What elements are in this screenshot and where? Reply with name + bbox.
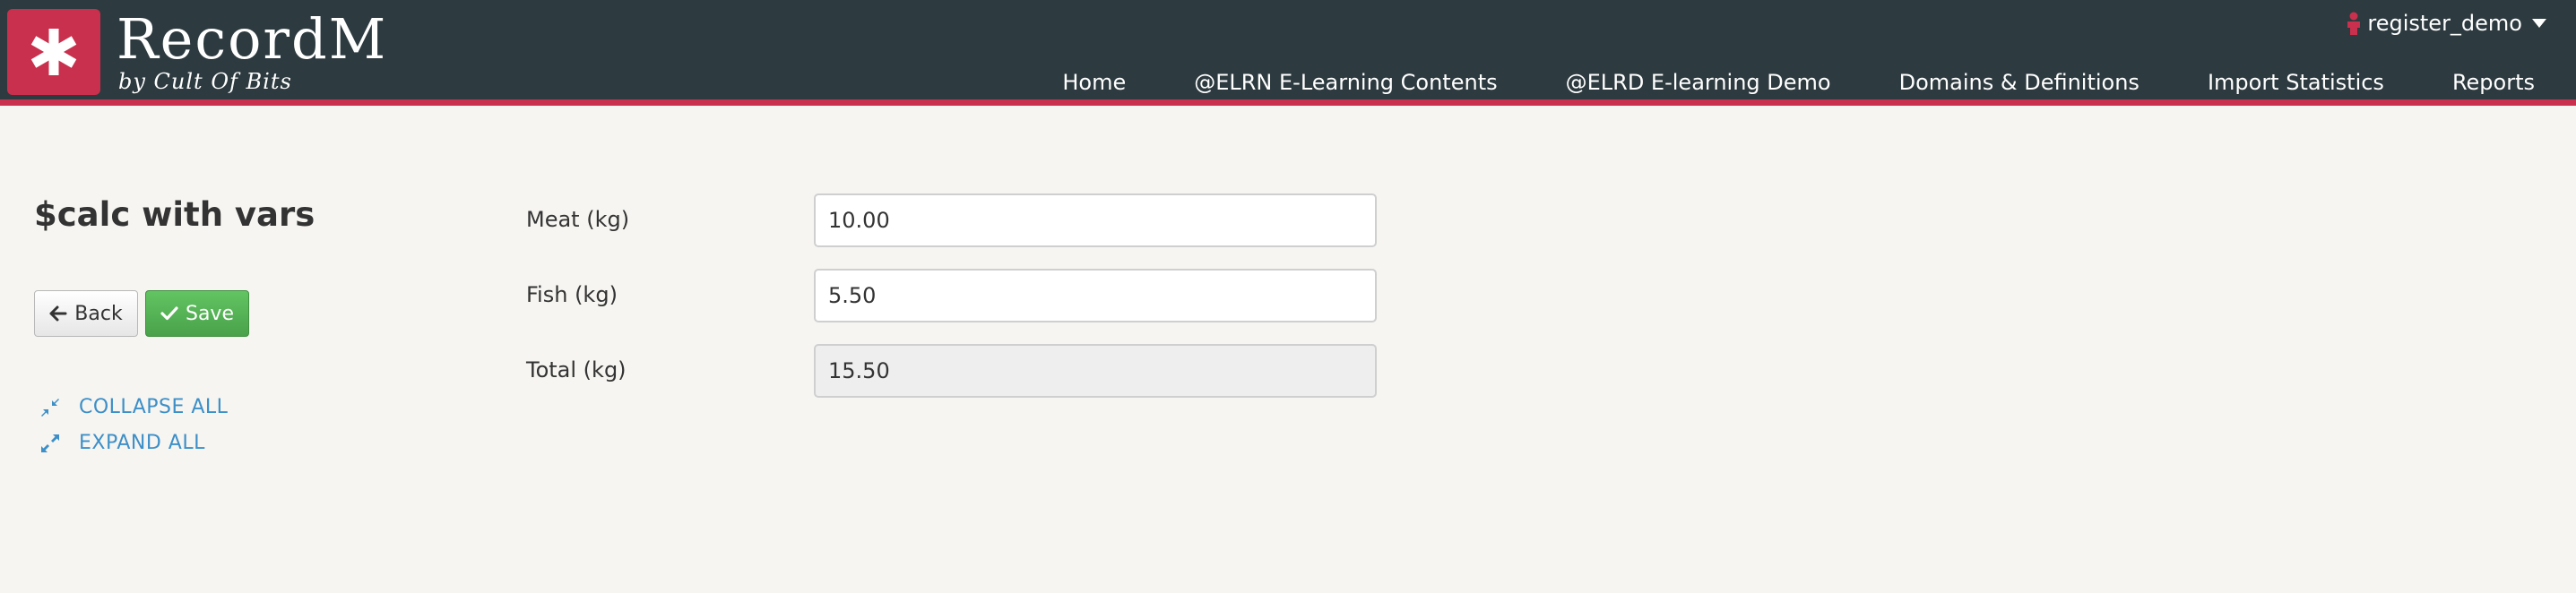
brand-subtitle: by Cult Of Bits (118, 69, 292, 94)
user-icon (2346, 12, 2362, 35)
nav-item-import-statistics[interactable]: Import Statistics (2174, 70, 2418, 95)
back-button-label: Back (74, 302, 123, 325)
app-logo[interactable] (7, 9, 100, 95)
main-nav: Home @ELRN E-Learning Contents @ELRD E-l… (1028, 64, 2547, 100)
back-button[interactable]: Back (34, 290, 138, 337)
save-button-label: Save (185, 302, 234, 325)
save-button[interactable]: Save (145, 290, 249, 337)
user-menu[interactable]: register_demo (2346, 11, 2547, 36)
total-input (814, 344, 1377, 398)
page-title: $calc with vars (34, 195, 316, 234)
nav-item-home[interactable]: Home (1028, 70, 1160, 95)
nav-item-domains[interactable]: Domains & Definitions (1865, 70, 2174, 95)
brand-name: RecordM (117, 6, 388, 72)
collapse-all-label: COLLAPSE ALL (79, 396, 229, 418)
arrow-left-icon (49, 305, 67, 322)
user-name: register_demo (2367, 11, 2522, 36)
check-icon (160, 306, 178, 321)
meat-input[interactable] (814, 193, 1377, 247)
nav-item-elrd[interactable]: @ELRD E-learning Demo (1532, 70, 1865, 95)
fish-label: Fish (kg) (526, 282, 618, 307)
asterisk-icon (30, 29, 77, 75)
top-navbar: RecordM by Cult Of Bits register_demo Ho… (0, 0, 2576, 106)
meat-label: Meat (kg) (526, 207, 630, 232)
caret-down-icon (2528, 18, 2547, 29)
expand-all-label: EXPAND ALL (79, 432, 205, 454)
nav-item-elrn[interactable]: @ELRN E-Learning Contents (1160, 70, 1531, 95)
total-label: Total (kg) (526, 357, 627, 382)
compress-icon (41, 398, 59, 417)
collapse-all-link[interactable]: COLLAPSE ALL (39, 396, 228, 418)
expand-all-link[interactable]: EXPAND ALL (39, 432, 205, 454)
expand-icon (41, 434, 59, 452)
nav-item-reports[interactable]: Reports (2418, 70, 2547, 95)
fish-input[interactable] (814, 269, 1377, 322)
